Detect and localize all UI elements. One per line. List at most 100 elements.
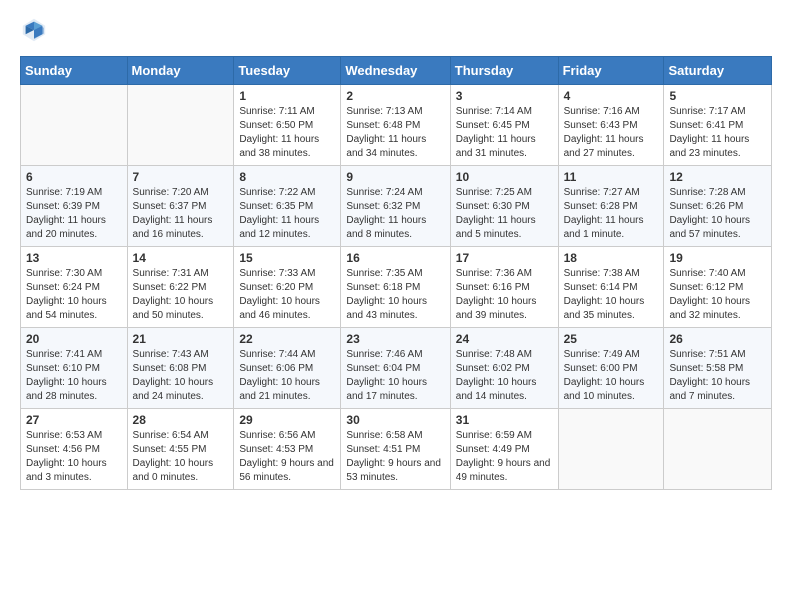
day-info: Sunrise: 7:11 AM Sunset: 6:50 PM Dayligh…: [239, 105, 335, 161]
day-cell: 22 Sunrise: 7:44 AM Sunset: 6:06 PM Dayli…: [234, 328, 341, 409]
day-info: Sunrise: 7:20 AM Sunset: 6:37 PM Dayligh…: [133, 186, 229, 242]
weekday-header-tuesday: Tuesday: [234, 57, 341, 85]
day-number: 9: [346, 170, 444, 184]
weekday-header-saturday: Saturday: [664, 57, 772, 85]
calendar-table: SundayMondayTuesdayWednesdayThursdayFrid…: [20, 56, 772, 490]
day-cell: [127, 85, 234, 166]
day-info: Sunrise: 7:35 AM Sunset: 6:18 PM Dayligh…: [346, 267, 444, 323]
day-info: Sunrise: 7:48 AM Sunset: 6:02 PM Dayligh…: [456, 348, 553, 404]
weekday-header-friday: Friday: [558, 57, 664, 85]
day-cell: 25 Sunrise: 7:49 AM Sunset: 6:00 PM Dayli…: [558, 328, 664, 409]
day-info: Sunrise: 7:33 AM Sunset: 6:20 PM Dayligh…: [239, 267, 335, 323]
day-number: 1: [239, 89, 335, 103]
logo-icon: [20, 16, 48, 44]
day-cell: [558, 409, 664, 490]
day-number: 15: [239, 251, 335, 265]
day-number: 5: [669, 89, 766, 103]
day-number: 21: [133, 332, 229, 346]
day-info: Sunrise: 7:49 AM Sunset: 6:00 PM Dayligh…: [564, 348, 659, 404]
day-cell: 30 Sunrise: 6:58 AM Sunset: 4:51 PM Dayli…: [341, 409, 450, 490]
day-info: Sunrise: 7:24 AM Sunset: 6:32 PM Dayligh…: [346, 186, 444, 242]
weekday-header-monday: Monday: [127, 57, 234, 85]
day-cell: 26Sunrise: 7:51 AM Sunset: 5:58 PM Dayli…: [664, 328, 772, 409]
day-number: 28: [133, 413, 229, 427]
day-number: 12: [669, 170, 766, 184]
day-info: Sunrise: 7:46 AM Sunset: 6:04 PM Dayligh…: [346, 348, 444, 404]
day-number: 17: [456, 251, 553, 265]
day-info: Sunrise: 6:56 AM Sunset: 4:53 PM Dayligh…: [239, 429, 335, 485]
day-cell: 12 Sunrise: 7:28 AM Sunset: 6:26 PM Dayli…: [664, 166, 772, 247]
day-cell: 24 Sunrise: 7:48 AM Sunset: 6:02 PM Dayli…: [450, 328, 558, 409]
day-number: 23: [346, 332, 444, 346]
day-number: 11: [564, 170, 659, 184]
day-cell: 10Sunrise: 7:25 AM Sunset: 6:30 PM Dayli…: [450, 166, 558, 247]
day-info: Sunrise: 7:17 AM Sunset: 6:41 PM Dayligh…: [669, 105, 766, 161]
day-info: Sunrise: 7:27 AM Sunset: 6:28 PM Dayligh…: [564, 186, 659, 242]
day-number: 6: [26, 170, 122, 184]
day-cell: 8Sunrise: 7:22 AM Sunset: 6:35 PM Daylig…: [234, 166, 341, 247]
page: SundayMondayTuesdayWednesdayThursdayFrid…: [0, 0, 792, 506]
day-number: 18: [564, 251, 659, 265]
day-info: Sunrise: 7:44 AM Sunset: 6:06 PM Dayligh…: [239, 348, 335, 404]
day-number: 20: [26, 332, 122, 346]
day-cell: 6 Sunrise: 7:19 AM Sunset: 6:39 PM Daylig…: [21, 166, 128, 247]
day-number: 30: [346, 413, 444, 427]
day-number: 22: [239, 332, 335, 346]
day-info: Sunrise: 6:54 AM Sunset: 4:55 PM Dayligh…: [133, 429, 229, 485]
day-cell: [21, 85, 128, 166]
day-number: 2: [346, 89, 444, 103]
day-info: Sunrise: 7:51 AM Sunset: 5:58 PM Dayligh…: [669, 348, 766, 404]
day-cell: 5 Sunrise: 7:17 AM Sunset: 6:41 PM Daylig…: [664, 85, 772, 166]
day-cell: 3 Sunrise: 7:14 AM Sunset: 6:45 PM Daylig…: [450, 85, 558, 166]
weekday-header-sunday: Sunday: [21, 57, 128, 85]
day-cell: 1 Sunrise: 7:11 AM Sunset: 6:50 PM Daylig…: [234, 85, 341, 166]
day-number: 7: [133, 170, 229, 184]
day-info: Sunrise: 7:16 AM Sunset: 6:43 PM Dayligh…: [564, 105, 659, 161]
day-cell: 11 Sunrise: 7:27 AM Sunset: 6:28 PM Dayli…: [558, 166, 664, 247]
day-info: Sunrise: 7:30 AM Sunset: 6:24 PM Dayligh…: [26, 267, 122, 323]
day-cell: 4Sunrise: 7:16 AM Sunset: 6:43 PM Daylig…: [558, 85, 664, 166]
day-cell: 17Sunrise: 7:36 AM Sunset: 6:16 PM Dayli…: [450, 247, 558, 328]
day-cell: 15 Sunrise: 7:33 AM Sunset: 6:20 PM Dayli…: [234, 247, 341, 328]
weekday-header-row: SundayMondayTuesdayWednesdayThursdayFrid…: [21, 57, 772, 85]
day-info: Sunrise: 7:14 AM Sunset: 6:45 PM Dayligh…: [456, 105, 553, 161]
day-info: Sunrise: 7:28 AM Sunset: 6:26 PM Dayligh…: [669, 186, 766, 242]
day-cell: 21 Sunrise: 7:43 AM Sunset: 6:08 PM Dayli…: [127, 328, 234, 409]
day-cell: 27 Sunrise: 6:53 AM Sunset: 4:56 PM Dayli…: [21, 409, 128, 490]
header: [20, 16, 772, 44]
day-cell: 31Sunrise: 6:59 AM Sunset: 4:49 PM Dayli…: [450, 409, 558, 490]
day-info: Sunrise: 6:59 AM Sunset: 4:49 PM Dayligh…: [456, 429, 553, 485]
weekday-header-thursday: Thursday: [450, 57, 558, 85]
day-number: 16: [346, 251, 444, 265]
day-cell: 18 Sunrise: 7:38 AM Sunset: 6:14 PM Dayli…: [558, 247, 664, 328]
day-cell: 28 Sunrise: 6:54 AM Sunset: 4:55 PM Dayli…: [127, 409, 234, 490]
day-cell: 2Sunrise: 7:13 AM Sunset: 6:48 PM Daylig…: [341, 85, 450, 166]
weekday-header-wednesday: Wednesday: [341, 57, 450, 85]
week-row-3: 13 Sunrise: 7:30 AM Sunset: 6:24 PM Dayli…: [21, 247, 772, 328]
day-info: Sunrise: 7:38 AM Sunset: 6:14 PM Dayligh…: [564, 267, 659, 323]
day-number: 29: [239, 413, 335, 427]
day-cell: 29 Sunrise: 6:56 AM Sunset: 4:53 PM Dayli…: [234, 409, 341, 490]
day-info: Sunrise: 6:53 AM Sunset: 4:56 PM Dayligh…: [26, 429, 122, 485]
day-info: Sunrise: 7:43 AM Sunset: 6:08 PM Dayligh…: [133, 348, 229, 404]
day-number: 3: [456, 89, 553, 103]
week-row-4: 20Sunrise: 7:41 AM Sunset: 6:10 PM Dayli…: [21, 328, 772, 409]
logo: [20, 16, 52, 44]
day-number: 13: [26, 251, 122, 265]
day-cell: 14 Sunrise: 7:31 AM Sunset: 6:22 PM Dayli…: [127, 247, 234, 328]
day-info: Sunrise: 7:31 AM Sunset: 6:22 PM Dayligh…: [133, 267, 229, 323]
day-number: 14: [133, 251, 229, 265]
day-info: Sunrise: 6:58 AM Sunset: 4:51 PM Dayligh…: [346, 429, 444, 485]
day-number: 8: [239, 170, 335, 184]
day-cell: 20Sunrise: 7:41 AM Sunset: 6:10 PM Dayli…: [21, 328, 128, 409]
day-cell: 19 Sunrise: 7:40 AM Sunset: 6:12 PM Dayli…: [664, 247, 772, 328]
day-number: 27: [26, 413, 122, 427]
week-row-5: 27 Sunrise: 6:53 AM Sunset: 4:56 PM Dayli…: [21, 409, 772, 490]
day-info: Sunrise: 7:19 AM Sunset: 6:39 PM Dayligh…: [26, 186, 122, 242]
day-info: Sunrise: 7:40 AM Sunset: 6:12 PM Dayligh…: [669, 267, 766, 323]
week-row-2: 6 Sunrise: 7:19 AM Sunset: 6:39 PM Daylig…: [21, 166, 772, 247]
day-number: 24: [456, 332, 553, 346]
day-number: 10: [456, 170, 553, 184]
day-number: 25: [564, 332, 659, 346]
day-number: 19: [669, 251, 766, 265]
